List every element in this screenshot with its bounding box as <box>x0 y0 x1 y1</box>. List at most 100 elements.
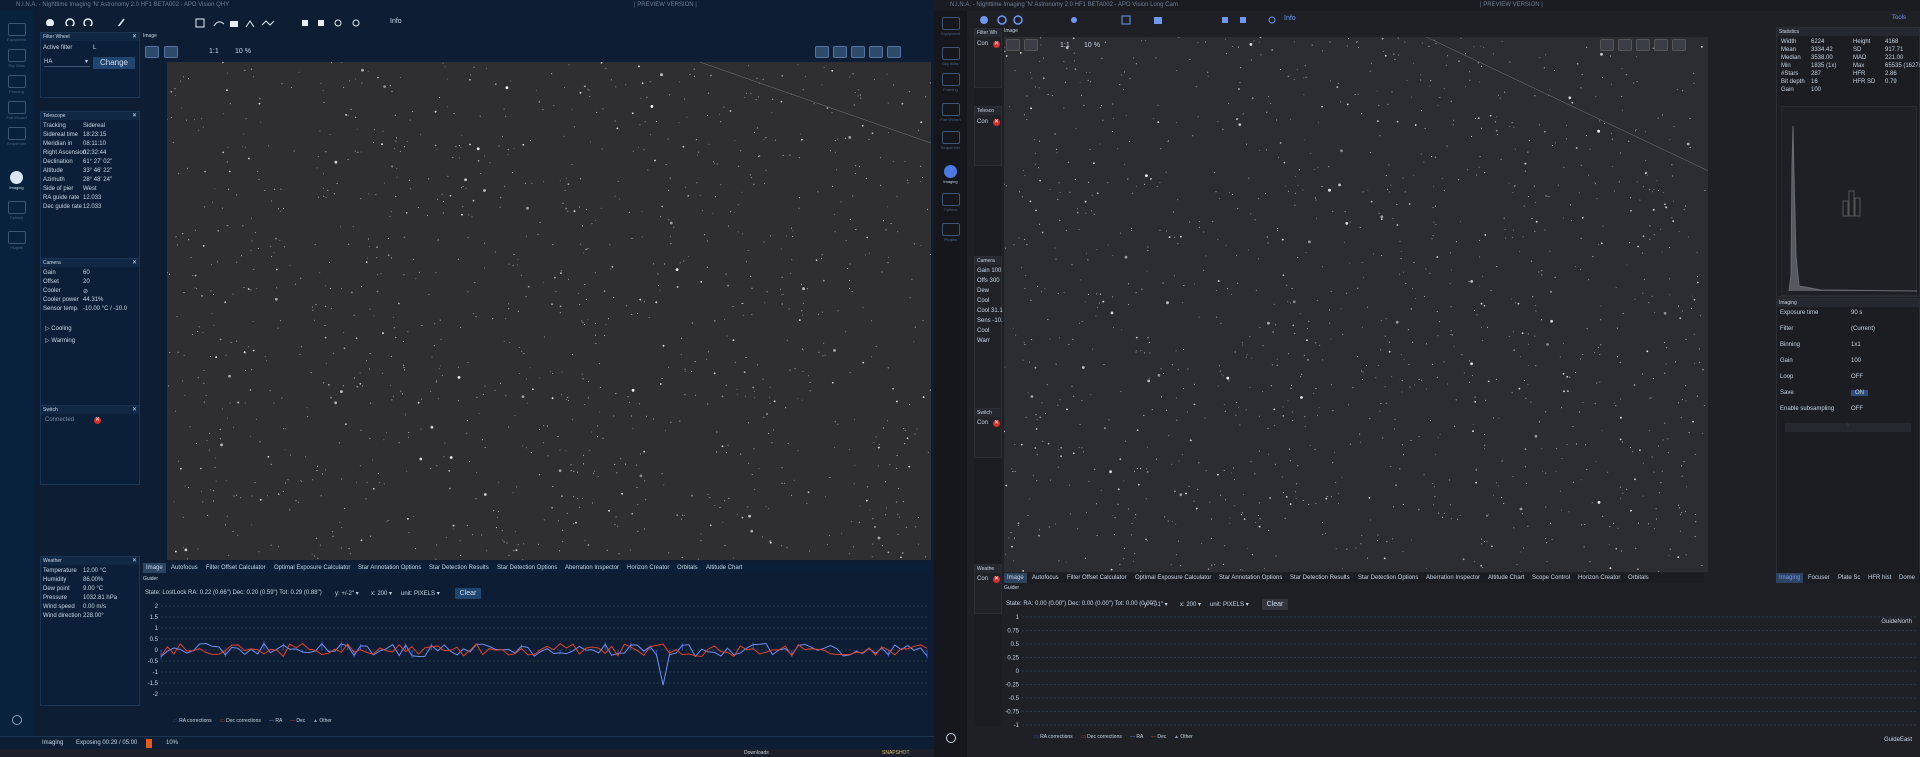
rail-framing[interactable]: Framing <box>0 75 33 94</box>
imaging-value[interactable]: (Current) <box>1851 326 1875 332</box>
legend-item[interactable]: ▭ RA corrections <box>1034 734 1073 740</box>
tab-altitude-chart[interactable]: Altitude Chart <box>703 563 745 573</box>
disconnected-icon[interactable]: ✕ <box>993 119 1000 126</box>
tab-autofocus[interactable]: Autofocus <box>1029 573 1062 583</box>
close-icon[interactable]: ✕ <box>132 112 137 120</box>
guider-clear-button[interactable]: Clear <box>1262 599 1288 610</box>
rail-plugins[interactable]: Plugins <box>0 231 33 250</box>
tab-autofocus[interactable]: Autofocus <box>168 563 201 573</box>
rail-options[interactable]: Options <box>0 201 33 220</box>
rail-imaging[interactable]: Imaging <box>0 171 33 190</box>
zoom-fit-icon[interactable] <box>183 46 197 58</box>
legend-item[interactable]: ▲ Other <box>1174 734 1193 740</box>
tab-star-detection-options[interactable]: Star Detection Options <box>494 563 560 573</box>
tab-image[interactable]: Image <box>143 563 166 573</box>
tab-optimal-exposure-calculator[interactable]: Optimal Exposure Calculator <box>1132 573 1214 583</box>
tab-optimal-exposure-calculator[interactable]: Optimal Exposure Calculator <box>271 563 353 573</box>
rail-imaging[interactable]: Imaging <box>934 165 967 184</box>
legend-item[interactable]: ▭ Dec corrections <box>220 718 261 724</box>
guider-unit[interactable]: unit: PIXELS ▾ <box>1210 601 1249 608</box>
rail-plugins[interactable]: Plugins <box>934 223 967 242</box>
close-icon[interactable]: ✕ <box>132 406 137 414</box>
star-icon[interactable] <box>887 46 901 58</box>
zoom-in-icon[interactable] <box>145 46 159 58</box>
zoom-out-icon[interactable] <box>1024 39 1038 51</box>
tab-scope-control[interactable]: Scope Control <box>1529 573 1573 583</box>
rail-flat-wizard[interactable]: Flat Wizard <box>934 103 967 122</box>
disconnected-icon[interactable]: ✕ <box>993 576 1000 583</box>
imaging-value[interactable]: 90 s <box>1851 310 1862 316</box>
guider-y-scale[interactable]: y: +/-2" ▾ <box>335 590 359 597</box>
tab-aberration-inspector[interactable]: Aberration Inspector <box>562 563 622 573</box>
legend-item[interactable]: — Dec <box>1151 734 1166 740</box>
tab-hfr-hist[interactable]: HFR hist <box>1865 573 1894 583</box>
rail-options[interactable]: Options <box>934 193 967 212</box>
imaging-value[interactable]: OFF <box>1851 406 1863 412</box>
tab-horizon-creator[interactable]: Horizon Creator <box>1575 573 1623 583</box>
close-icon[interactable]: ✕ <box>132 33 137 41</box>
close-icon[interactable]: ✕ <box>132 557 137 565</box>
crosshair-icon[interactable] <box>833 46 847 58</box>
zoom-ratio[interactable]: 1:1 <box>209 48 219 55</box>
rail-sky-atlas[interactable]: Sky Atlas <box>0 49 33 68</box>
info-label[interactable]: Info <box>1284 15 1296 22</box>
cooling-expander[interactable]: ▷ Cooling <box>45 325 72 332</box>
zoom-ratio[interactable]: 1:1 <box>1060 42 1070 49</box>
target-icon[interactable] <box>1636 39 1650 51</box>
tab-plate-sc[interactable]: Plate Sc <box>1835 573 1863 583</box>
tab-filter-offset-calculator[interactable]: Filter Offset Calculator <box>203 563 269 573</box>
tab-star-annotation-options[interactable]: Star Annotation Options <box>1216 573 1285 583</box>
warming-expander[interactable]: ▷ Warming <box>45 337 75 344</box>
left-image-viewport[interactable]: 1:1 10 % <box>143 42 931 560</box>
toolbar-icons[interactable] <box>978 13 1318 27</box>
zoom-out-icon[interactable] <box>164 46 178 58</box>
rail-framing[interactable]: Framing <box>934 73 967 92</box>
rail-sky-atlas[interactable]: Sky Atlas <box>934 47 967 66</box>
rail-equipment[interactable]: Equipment <box>934 17 967 36</box>
close-icon[interactable]: ✕ <box>132 259 137 267</box>
tab-star-detection-results[interactable]: Star Detection Results <box>1287 573 1353 583</box>
guider-x-scale[interactable]: x: 200 ▾ <box>1180 601 1201 608</box>
rail-sequencer[interactable]: Sequencer <box>934 131 967 150</box>
legend-item[interactable]: — RA <box>269 718 282 724</box>
crosshair-icon[interactable] <box>1618 39 1632 51</box>
taskbar-snapshot[interactable]: SNAPSHOT <box>882 750 910 756</box>
guider-clear-button[interactable]: Clear <box>455 588 481 599</box>
tab-star-detection-results[interactable]: Star Detection Results <box>426 563 492 573</box>
grid-overlay-icon[interactable] <box>1600 39 1614 51</box>
tab-image[interactable]: Image <box>1004 573 1027 583</box>
tab-orbitals[interactable]: Orbitals <box>1625 573 1652 583</box>
right-image-viewport[interactable]: 1:1 10 % <box>1004 37 1708 572</box>
zoom-in-icon[interactable] <box>1006 39 1020 51</box>
filter-select[interactable]: HA ▾ <box>44 57 90 67</box>
change-filter-button[interactable]: Change <box>93 57 135 69</box>
imaging-value[interactable]: 100 <box>1851 358 1861 364</box>
rail-equipment[interactable]: Equipment <box>0 23 33 42</box>
grid-overlay-icon[interactable] <box>815 46 829 58</box>
imaging-value[interactable]: OFF <box>1851 374 1863 380</box>
legend-item[interactable]: — RA <box>1130 734 1143 740</box>
legend-item[interactable]: ▲ Other <box>313 718 332 724</box>
legend-item[interactable]: ▭ Dec corrections <box>1081 734 1122 740</box>
imaging-value[interactable]: ON <box>1851 390 1868 396</box>
start-imaging-button[interactable]: ◌ <box>1785 423 1911 432</box>
target-icon[interactable] <box>851 46 865 58</box>
tab-dome[interactable]: Dome <box>1896 573 1918 583</box>
disconnected-icon[interactable]: ✕ <box>993 420 1000 427</box>
disconnected-icon[interactable]: ✕ <box>993 41 1000 48</box>
disconnected-icon[interactable]: ✕ <box>94 417 101 424</box>
rail-flat-wizard[interactable]: Flat Wizard <box>0 101 33 120</box>
legend-item[interactable]: ▭ RA corrections <box>173 718 212 724</box>
power-icon[interactable] <box>12 715 22 725</box>
tab-focuser[interactable]: Focuser <box>1805 573 1833 583</box>
guider-unit[interactable]: unit: PIXELS ▾ <box>401 590 440 597</box>
tools-label[interactable]: Tools <box>1892 15 1906 21</box>
annotate-icon[interactable] <box>1654 39 1668 51</box>
tab-altitude-chart[interactable]: Altitude Chart <box>1485 573 1527 583</box>
tab-aberration-inspector[interactable]: Aberration Inspector <box>1423 573 1483 583</box>
imaging-value[interactable]: 1x1 <box>1851 342 1861 348</box>
star-icon[interactable] <box>1672 39 1686 51</box>
guider-x-scale[interactable]: x: 200 ▾ <box>371 590 392 597</box>
tab-star-detection-options[interactable]: Star Detection Options <box>1355 573 1421 583</box>
info-label[interactable]: Info <box>390 18 402 25</box>
